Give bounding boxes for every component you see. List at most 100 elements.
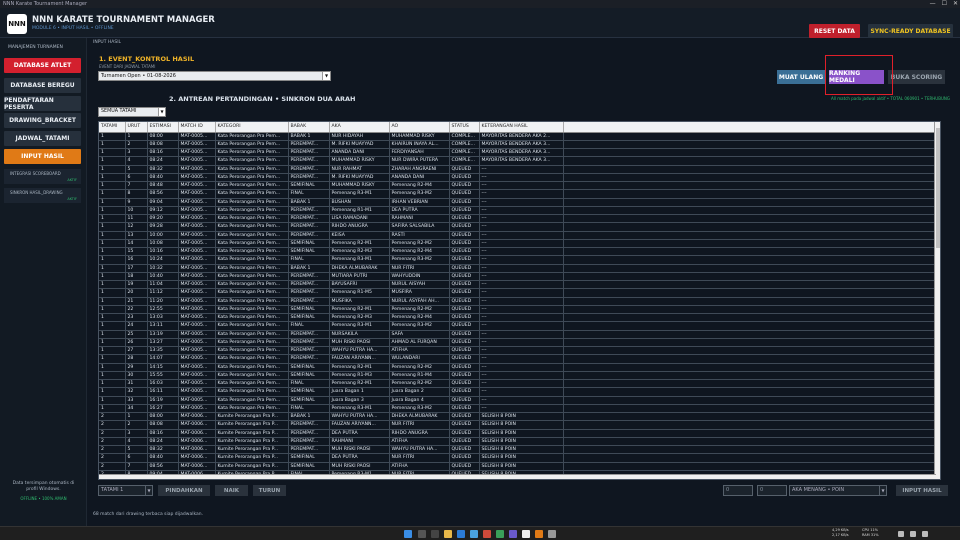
sidebar-item-integrasi-scoreboard[interactable]: INTEGRASI SCOREBOARD AKTIF — [4, 169, 81, 184]
buka-scoring-button[interactable]: BUKA SCORING — [888, 70, 945, 84]
table-row[interactable]: 1 4 08:24 MAT-0005... Kata Perorangan Pra Pe… — [99, 156, 938, 166]
table-row[interactable]: 2 5 08:32 MAT-0006... Kumite Perorangan Pra … — [99, 445, 938, 455]
column-header[interactable]: KATEGORI — [215, 122, 289, 133]
table-row[interactable]: 2 6 08:40 MAT-0006... Kumite Perorangan Pra … — [99, 453, 938, 463]
table-row[interactable]: 1 6 08:40 MAT-0005... Kata Perorangan Pra Pe… — [99, 173, 938, 183]
turun-button[interactable]: TURUN — [253, 485, 286, 496]
table-row[interactable]: 1 32 16:11 MAT-0005... Kata Perorangan Pra P… — [99, 387, 938, 397]
sidebar-item-input-hasil[interactable]: INPUT HASIL — [4, 149, 81, 164]
score-aka-input[interactable]: 0 — [723, 485, 753, 496]
chevron-down-icon[interactable]: ▼ — [322, 72, 330, 80]
table-row[interactable]: 1 25 13:19 MAT-0005... Kata Perorangan Pra P… — [99, 330, 938, 339]
table-row[interactable]: 1 18 10:40 MAT-0005... Kata Perorangan Pra P… — [99, 272, 938, 282]
sidebar-item-pendaftaran-peserta[interactable]: PENDAFTARAN PESERTA — [4, 96, 81, 111]
column-header[interactable]: URUT — [125, 122, 148, 133]
table-row[interactable]: 1 24 13:11 MAT-0005... Kata Perorangan Pra P… — [99, 321, 938, 331]
table-row[interactable]: 2 3 08:16 MAT-0006... Kumite Perorangan Pra … — [99, 429, 938, 438]
maximize-icon[interactable]: ☐ — [942, 0, 947, 7]
column-header[interactable]: STATUS — [449, 122, 480, 133]
sidebar-item-database-atlet[interactable]: DATABASE ATLET — [4, 58, 81, 73]
sidebar-item-database-beregu[interactable]: DATABASE BEREGU — [4, 78, 81, 93]
table-row[interactable]: 1 22 12:55 MAT-0005... Kata Perorangan Pra P… — [99, 305, 938, 315]
muat-ulang-button[interactable]: MUAT ULANG — [777, 70, 825, 84]
minimize-icon[interactable]: — — [930, 0, 936, 7]
file-explorer-icon[interactable] — [444, 530, 452, 538]
column-header[interactable]: MATCH ID — [178, 122, 216, 133]
sidebar-item-jadwal-tatami[interactable]: JADWAL_TATAMI — [4, 131, 81, 146]
table-row[interactable]: 1 21 11:20 MAT-0005... Kata Perorangan Pra P… — [99, 297, 938, 306]
table-row[interactable]: 1 20 11:12 MAT-0005... Kata Perorangan Pra P… — [99, 288, 938, 298]
chevron-down-icon[interactable]: ▼ — [879, 486, 886, 495]
app-icon[interactable] — [535, 530, 543, 538]
event-select[interactable]: Turnamen Open • 01-08-2026 ▼ — [98, 71, 331, 81]
table-row[interactable]: 1 13 10:00 MAT-0005... Kata Perorangan Pra P… — [99, 231, 938, 240]
chevron-down-icon[interactable]: ▼ — [158, 108, 165, 116]
table-row[interactable]: 1 31 16:03 MAT-0005... Kata Perorangan Pra P… — [99, 379, 938, 389]
column-header[interactable]: AO — [389, 122, 450, 133]
column-header[interactable]: ESTIMASI — [147, 122, 179, 133]
search-icon[interactable] — [418, 530, 426, 538]
table-row[interactable]: 1 16 10:24 MAT-0005... Kata Perorangan Pra P… — [99, 255, 938, 265]
wifi-icon[interactable] — [898, 531, 904, 537]
table-row[interactable]: 1 7 08:48 MAT-0005... Kata Perorangan Pra Pe… — [99, 181, 938, 191]
score-ao-input[interactable]: 0 — [757, 485, 787, 496]
close-icon[interactable]: ✕ — [953, 0, 958, 7]
column-header[interactable]: BABAK — [288, 122, 330, 133]
naik-button[interactable]: NAIK — [215, 485, 248, 496]
table-row[interactable]: 1 33 16:19 MAT-0005... Kata Perorangan Pra P… — [99, 396, 938, 405]
table-row[interactable]: 1 30 15:55 MAT-0005... Kata Perorangan Pra P… — [99, 371, 938, 381]
table-row[interactable]: 1 9 09:04 MAT-0005... Kata Perorangan Pra Pe… — [99, 198, 938, 207]
match-queue-table[interactable]: TATAMI URUT ESTIMASI MATCH ID KATEGORI BABAK A… — [98, 121, 941, 480]
table-row[interactable]: 1 28 14:07 MAT-0005... Kata Perorangan Pra P… — [99, 354, 938, 364]
table-row[interactable]: 1 1 08:00 MAT-0005... Kata Perorangan Pra Pe… — [99, 132, 938, 141]
table-row[interactable]: 1 3 08:16 MAT-0005... Kata Perorangan Pra Pe… — [99, 148, 938, 158]
sync-ready-database-button[interactable]: SYNC-READY DATABASE — [868, 24, 953, 38]
table-row[interactable]: 1 26 13:27 MAT-0005... Kata Perorangan Pra P… — [99, 338, 938, 348]
tatami-filter-select[interactable]: SEMUA TATAMI ▼ — [98, 107, 166, 117]
chevron-down-icon[interactable]: ▼ — [145, 486, 152, 495]
table-cell: 1 — [125, 132, 148, 141]
table-row[interactable]: 1 23 13:03 MAT-0005... Kata Perorangan Pra P… — [99, 313, 938, 323]
app-icon[interactable] — [548, 530, 556, 538]
table-row[interactable]: 1 5 08:32 MAT-0005... Kata Perorangan Pra Pe… — [99, 165, 938, 174]
sidebar-item-sinkron-hasil[interactable]: SINKRON HASIL_DRAWING AKTIF — [4, 188, 81, 203]
app-icon[interactable] — [509, 530, 517, 538]
store-icon[interactable] — [470, 530, 478, 538]
horizontal-scrollbar[interactable] — [99, 474, 936, 479]
column-header[interactable]: TATAMI — [99, 122, 126, 133]
battery-icon[interactable] — [922, 531, 928, 537]
table-row[interactable]: 1 17 10:32 MAT-0005... Kata Perorangan Pra P… — [99, 264, 938, 273]
table-row[interactable]: 2 1 08:00 MAT-0006... Kumite Perorangan Pra … — [99, 412, 938, 422]
app-icon[interactable] — [496, 530, 504, 538]
table-row[interactable]: 2 7 08:56 MAT-0006... Kumite Perorangan Pra … — [99, 462, 938, 471]
table-row[interactable]: 1 27 13:35 MAT-0005... Kata Perorangan Pra P… — [99, 346, 938, 356]
table-row[interactable]: 1 8 08:56 MAT-0005... Kata Perorangan Pra Pe… — [99, 189, 938, 199]
reset-data-button[interactable]: RESET DATA — [809, 24, 860, 38]
app-icon[interactable] — [522, 530, 530, 538]
edge-icon[interactable] — [457, 530, 465, 538]
input-hasil-button[interactable]: INPUT HASIL — [896, 485, 948, 496]
table-row[interactable]: 1 11 09:20 MAT-0005... Kata Perorangan Pra P… — [99, 214, 938, 224]
column-header[interactable]: AKA — [329, 122, 390, 133]
windows-start-icon[interactable] — [404, 530, 412, 538]
table-row[interactable]: 1 12 09:28 MAT-0005... Kata Perorangan Pra P… — [99, 222, 938, 232]
vertical-scrollbar[interactable] — [934, 122, 940, 479]
table-row[interactable]: 1 14 10:08 MAT-0005... Kata Perorangan Pra P… — [99, 239, 938, 249]
app-icon[interactable] — [483, 530, 491, 538]
column-header[interactable]: KETERANGAN HASIL — [479, 122, 564, 133]
volume-icon[interactable] — [910, 531, 916, 537]
table-row[interactable]: 1 2 08:08 MAT-0005... Kata Perorangan Pra Pe… — [99, 140, 938, 150]
pindahkan-button[interactable]: PINDAHKAN — [158, 485, 210, 496]
table-row[interactable]: 1 15 10:16 MAT-0005... Kata Perorangan Pra P… — [99, 247, 938, 257]
table-row[interactable]: 2 4 08:24 MAT-0006... Kumite Perorangan Pra … — [99, 437, 938, 447]
table-row[interactable]: 2 2 08:08 MAT-0006... Kumite Perorangan Pra … — [99, 420, 938, 430]
table-row[interactable]: 1 19 11:04 MAT-0005... Kata Perorangan Pra P… — [99, 280, 938, 290]
tatami-move-select[interactable]: TATAMI 1 ▼ — [98, 485, 153, 496]
task-view-icon[interactable] — [431, 530, 439, 538]
table-row[interactable]: 1 10 09:12 MAT-0005... Kata Perorangan Pra P… — [99, 206, 938, 216]
sidebar-item-drawing-bracket[interactable]: DRAWING_BRACKET — [4, 113, 81, 128]
scrollbar-thumb[interactable] — [936, 128, 940, 248]
result-select[interactable]: AKA MENANG • POIN ▼ — [789, 485, 887, 496]
table-row[interactable]: 1 34 16:27 MAT-0005... Kata Perorangan Pra P… — [99, 404, 938, 414]
table-row[interactable]: 1 29 14:15 MAT-0005... Kata Perorangan Pra P… — [99, 363, 938, 372]
